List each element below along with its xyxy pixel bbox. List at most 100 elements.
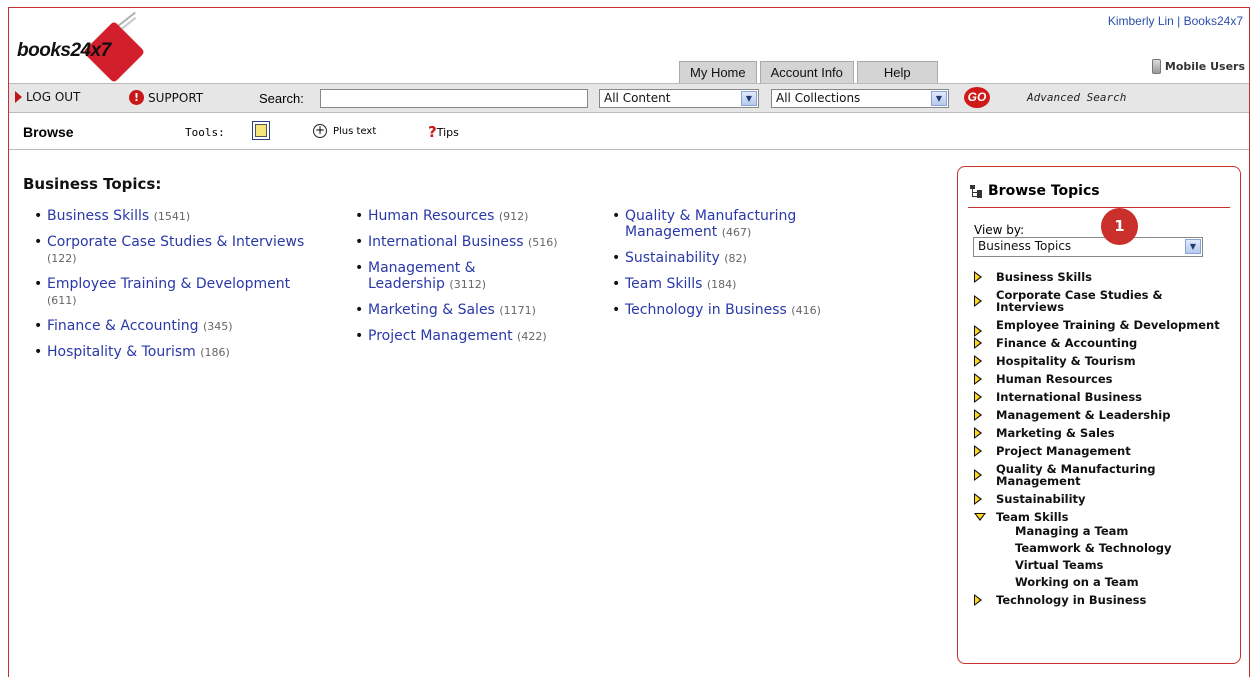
tree-item[interactable]: Business Skills <box>972 271 1234 283</box>
go-button[interactable]: GO <box>964 87 990 108</box>
topic-label: Hospitality & Tourism <box>47 344 196 360</box>
expand-arrow-icon <box>974 493 982 505</box>
play-arrow-icon <box>15 91 22 103</box>
expand-arrow-icon <box>974 325 982 337</box>
support-button[interactable]: ! SUPPORT <box>129 90 203 105</box>
tree-item[interactable]: International Business <box>972 391 1234 403</box>
support-label: SUPPORT <box>148 90 204 105</box>
tree-item[interactable]: Finance & Accounting <box>972 337 1234 349</box>
topics-column-2: Human Resources (912) International Busi… <box>354 208 604 354</box>
tree-item[interactable]: Corporate Case Studies & Interviews <box>972 289 1234 313</box>
plus-text-button[interactable]: + Plus text <box>313 124 376 138</box>
topic-link[interactable]: Employee Training & Development (611) <box>33 276 323 309</box>
tree-item-expanded[interactable]: Team Skills Managing a Team Teamwork & T… <box>972 511 1234 588</box>
topic-label: Corporate Case Studies & Interviews <box>47 234 305 250</box>
tree-item[interactable]: Hospitality & Tourism <box>972 355 1234 367</box>
expand-arrow-icon <box>974 337 982 349</box>
topic-label: Sustainability <box>625 250 720 266</box>
plus-circle-icon: + <box>313 123 327 138</box>
tab-help[interactable]: Help <box>856 61 938 83</box>
content-select-value: All Content <box>604 91 671 105</box>
tab-my-home[interactable]: My Home <box>679 61 757 83</box>
topic-link[interactable]: Hospitality & Tourism (186) <box>33 344 323 361</box>
chevron-down-icon: ▼ <box>741 91 757 106</box>
expand-arrow-icon <box>974 445 982 457</box>
collections-select-value: All Collections <box>776 91 861 105</box>
tree-item-label: International Business <box>996 390 1143 404</box>
tree-subitem[interactable]: Working on a Team <box>1015 576 1234 588</box>
search-input[interactable] <box>320 89 588 108</box>
mobile-users-link[interactable]: Mobile Users <box>1151 59 1245 74</box>
topic-link[interactable]: Management & Leadership (3112) <box>354 260 514 293</box>
expand-arrow-icon <box>974 355 982 367</box>
tree-item[interactable]: Human Resources <box>972 373 1234 385</box>
topic-label: Employee Training & Development <box>47 276 291 292</box>
advanced-search-link[interactable]: Advanced Search <box>1027 91 1126 104</box>
collections-select[interactable]: All Collections ▼ <box>771 89 949 108</box>
tree-subitem[interactable]: Managing a Team <box>1015 525 1234 537</box>
topic-link[interactable]: Corporate Case Studies & Interviews (122… <box>33 234 323 267</box>
tree-subitem[interactable]: Teamwork & Technology <box>1015 542 1234 554</box>
expand-arrow-icon <box>974 391 982 403</box>
topic-link[interactable]: Marketing & Sales (1171) <box>354 302 604 319</box>
tools-label: Tools: <box>185 126 225 139</box>
team-skills-subtree: Managing a Team Teamwork & Technology Vi… <box>1015 525 1234 588</box>
topic-link[interactable]: International Business (516) <box>354 234 604 251</box>
view-by-value: Business Topics <box>978 239 1072 253</box>
books24x7-logo[interactable]: books24x7 <box>17 11 167 84</box>
top-tabs: My Home Account Info Help <box>679 61 938 83</box>
user-account-link[interactable]: Kimberly Lin | Books24x7 <box>1108 14 1243 28</box>
tree-item[interactable]: Management & Leadership <box>972 409 1234 421</box>
mobile-phone-icon <box>1151 59 1161 74</box>
tree-item[interactable]: Technology in Business <box>972 594 1234 606</box>
topic-link[interactable]: Human Resources (912) <box>354 208 604 225</box>
topic-count: (611) <box>47 294 77 307</box>
search-label: Search: <box>259 91 304 106</box>
topic-count: (122) <box>47 252 77 265</box>
topic-count: (82) <box>724 252 747 265</box>
view-by-select[interactable]: Business Topics ▼ <box>973 237 1203 257</box>
topic-label: Quality & Manufacturing Management <box>625 208 797 240</box>
tree-item-label: Finance & Accounting <box>996 336 1138 350</box>
topic-label: Human Resources <box>368 208 495 224</box>
topic-link[interactable]: Finance & Accounting (345) <box>33 318 323 335</box>
content-select[interactable]: All Content ▼ <box>599 89 759 108</box>
tree-item-label: Marketing & Sales <box>996 426 1115 440</box>
topics-column-3: Quality & Manufacturing Management (467)… <box>611 208 861 328</box>
page-frame: Kimberly Lin | Books24x7 books24x7 My Ho… <box>8 7 1250 677</box>
tab-account-info[interactable]: Account Info <box>759 61 854 83</box>
logout-button[interactable]: LOG OUT <box>15 90 80 104</box>
tree-item-label: Employee Training & Development <box>996 318 1220 332</box>
main-toolbar: LOG OUT ! SUPPORT Search: All Content ▼ … <box>9 83 1249 113</box>
topics-tree: Business Skills Corporate Case Studies &… <box>972 271 1234 612</box>
topic-link[interactable]: Technology in Business (416) <box>611 302 861 319</box>
logout-label: LOG OUT <box>26 90 81 104</box>
expand-arrow-icon <box>974 271 982 283</box>
callout-badge: 1 <box>1101 208 1138 245</box>
browse-bar: Browse Tools: + Plus text ? Tips <box>9 114 1249 150</box>
topic-label: Business Skills <box>47 208 150 224</box>
tree-item[interactable]: Sustainability <box>972 493 1234 505</box>
tree-item[interactable]: Marketing & Sales <box>972 427 1234 439</box>
topic-link[interactable]: Sustainability (82) <box>611 250 861 267</box>
notes-icon[interactable] <box>252 121 270 140</box>
expand-arrow-icon <box>974 427 982 439</box>
expand-arrow-icon <box>974 373 982 385</box>
tree-item[interactable]: Employee Training & Development <box>972 318 1234 337</box>
tree-item[interactable]: Project Management <box>972 445 1234 457</box>
topic-label: Finance & Accounting <box>47 318 199 334</box>
tree-item-label: Technology in Business <box>996 593 1147 607</box>
tree-subitem[interactable]: Virtual Teams <box>1015 559 1234 571</box>
topic-link[interactable]: Business Skills (1541) <box>33 208 323 225</box>
view-by-label: View by: <box>974 223 1025 237</box>
browse-topics-panel: Browse Topics View by: Business Topics ▼… <box>957 166 1241 664</box>
mobile-users-label: Mobile Users <box>1164 60 1245 73</box>
logo-text: books24x7 <box>17 40 111 61</box>
tips-button[interactable]: ? Tips <box>428 123 459 141</box>
topic-link[interactable]: Project Management (422) <box>354 328 604 345</box>
topic-link[interactable]: Team Skills (184) <box>611 276 861 293</box>
topic-link[interactable]: Quality & Manufacturing Management (467) <box>611 208 836 241</box>
expand-arrow-icon <box>974 409 982 421</box>
tree-item[interactable]: Quality & Manufacturing Management <box>972 463 1234 487</box>
topic-count: (184) <box>706 278 737 291</box>
